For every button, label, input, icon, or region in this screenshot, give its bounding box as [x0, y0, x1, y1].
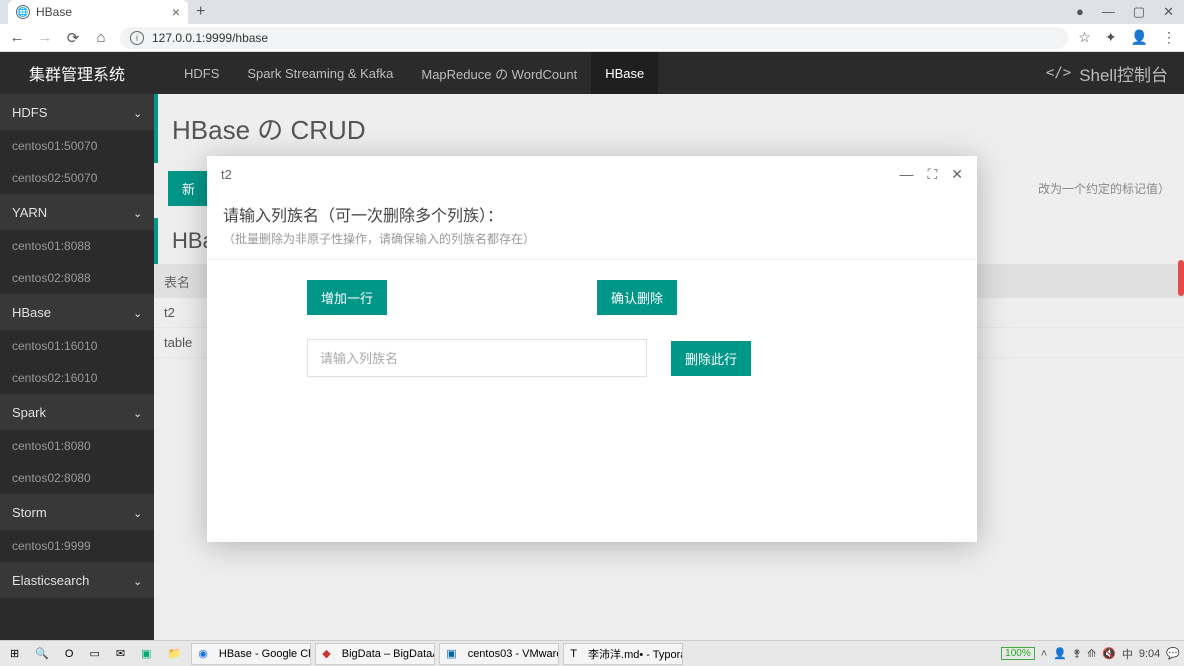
sidebar: 集群管理系统 HDFS⌃ centos01:50070 centos02:500…	[0, 52, 154, 640]
chevron-up-icon: ⌃	[133, 506, 142, 519]
new-tab-button[interactable]: +	[196, 3, 205, 21]
tray-up-icon[interactable]: ˄	[1041, 648, 1047, 660]
tab-hbase[interactable]: HBase	[591, 52, 658, 94]
taskbar-task[interactable]: ▣ centos03 - VMware…	[439, 643, 559, 665]
ime-indicator[interactable]: 中	[1122, 646, 1133, 662]
shell-console-link[interactable]: </> Shell控制台	[1046, 61, 1168, 86]
reload-icon[interactable]: ⟳	[64, 29, 82, 47]
sidebar-cat-hdfs[interactable]: HDFS⌃	[0, 94, 154, 130]
profile-icon[interactable]: 👤	[1131, 29, 1148, 46]
chevron-up-icon: ⌃	[133, 574, 142, 587]
tab-title: HBase	[36, 5, 72, 19]
modal-prompt-main: 请输入列族名（可一次删除多个列族）：	[223, 202, 961, 226]
delete-column-family-dialog: t2 — ⛶ ✕ 请输入列族名（可一次删除多个列族）： （批量删除为非原子性操作…	[207, 156, 977, 542]
forward-icon: →	[36, 29, 54, 46]
column-family-input[interactable]	[307, 339, 647, 377]
notifications-icon[interactable]: 💬	[1166, 647, 1180, 660]
sidebar-item[interactable]: centos01:50070	[0, 130, 154, 162]
menu-icon[interactable]: ⋮	[1162, 29, 1176, 46]
store-icon[interactable]: ▣	[135, 643, 157, 665]
globe-icon: 🌐	[16, 5, 30, 19]
account-circle-icon[interactable]: ●	[1076, 4, 1084, 20]
sidebar-cat-spark[interactable]: Spark⌃	[0, 394, 154, 430]
volume-mute-icon[interactable]: 🔇	[1102, 647, 1116, 660]
delete-row-button[interactable]: 删除此行	[671, 341, 751, 376]
clock[interactable]: 9:04	[1139, 648, 1160, 660]
tab-hdfs[interactable]: HDFS	[170, 52, 233, 94]
chevron-up-icon: ⌃	[133, 306, 142, 319]
sidebar-item[interactable]: centos01:9999	[0, 530, 154, 562]
sidebar-item[interactable]: centos01:8088	[0, 230, 154, 262]
modal-prompt-sub: （批量删除为非原子性操作，请确保输入的列族名都存在）	[223, 230, 961, 247]
home-icon[interactable]: ⌂	[92, 29, 110, 46]
app-brand: 集群管理系统	[0, 52, 154, 94]
sidebar-item[interactable]: centos02:50070	[0, 162, 154, 194]
chevron-up-icon: ⌃	[133, 206, 142, 219]
sidebar-item[interactable]: centos02:8088	[0, 262, 154, 294]
star-icon[interactable]: ☆	[1078, 29, 1091, 46]
explorer-icon[interactable]: 📁	[162, 643, 188, 665]
close-window-icon[interactable]: ✕	[1163, 4, 1174, 20]
sidebar-cat-es[interactable]: Elasticsearch⌃	[0, 562, 154, 598]
sidebar-item[interactable]: centos02:16010	[0, 362, 154, 394]
sidebar-cat-storm[interactable]: Storm⌃	[0, 494, 154, 530]
chevron-up-icon: ⌃	[133, 106, 142, 119]
search-icon[interactable]: 🔍	[29, 643, 55, 665]
confirm-delete-button[interactable]: 确认删除	[597, 280, 677, 315]
network-icon[interactable]: ⚵	[1073, 647, 1081, 660]
scroll-indicator[interactable]	[1178, 260, 1184, 296]
page-title: HBase の CRUD	[154, 94, 1184, 163]
code-icon: </>	[1046, 65, 1071, 81]
browser-tab[interactable]: 🌐 HBase ×	[8, 0, 188, 24]
taskbar-task[interactable]: T 李沛洋.md• - Typora	[563, 643, 683, 665]
minimize-window-icon[interactable]: —	[1102, 4, 1115, 20]
start-button[interactable]: ⊞	[4, 643, 25, 665]
cortana-icon[interactable]: O	[59, 643, 80, 665]
extensions-icon[interactable]: ✦	[1105, 29, 1117, 46]
close-icon[interactable]: ✕	[951, 166, 963, 183]
maximize-icon[interactable]: ⛶	[927, 166, 937, 183]
maximize-window-icon[interactable]: ▢	[1133, 4, 1145, 20]
sidebar-item[interactable]: centos02:8080	[0, 462, 154, 494]
url-text: 127.0.0.1:9999/hbase	[152, 31, 268, 45]
windows-taskbar: ⊞ 🔍 O ▭ ✉ ▣ 📁 ◉ HBase - Google Chr… ◆ Bi…	[0, 640, 1184, 666]
mail-icon[interactable]: ✉	[110, 643, 131, 665]
address-bar: ← → ⟳ ⌂ i 127.0.0.1:9999/hbase ☆ ✦ 👤 ⋮	[0, 24, 1184, 52]
tab-mapreduce[interactable]: MapReduce の WordCount	[407, 52, 591, 94]
wifi-icon[interactable]: ⟰	[1087, 647, 1096, 660]
modal-title: t2	[221, 167, 232, 182]
site-info-icon[interactable]: i	[130, 31, 144, 45]
tab-spark-kafka[interactable]: Spark Streaming & Kafka	[233, 52, 407, 94]
browser-tabs-strip: 🌐 HBase × + ● — ▢ ✕	[0, 0, 1184, 24]
close-tab-icon[interactable]: ×	[172, 4, 180, 20]
url-field[interactable]: i 127.0.0.1:9999/hbase	[120, 27, 1068, 49]
sidebar-cat-hbase[interactable]: HBase⌃	[0, 294, 154, 330]
battery-indicator[interactable]: 100%	[1001, 647, 1035, 660]
sidebar-item[interactable]: centos01:16010	[0, 330, 154, 362]
top-nav: HDFS Spark Streaming & Kafka MapReduce の…	[154, 52, 1184, 94]
task-view-icon[interactable]: ▭	[83, 643, 105, 665]
people-icon[interactable]: 👤	[1053, 647, 1067, 660]
add-row-button[interactable]: 增加一行	[307, 280, 387, 315]
minimize-icon[interactable]: —	[899, 166, 913, 182]
sidebar-item[interactable]: centos01:8080	[0, 430, 154, 462]
new-button[interactable]: 新	[168, 171, 209, 206]
sidebar-cat-yarn[interactable]: YARN⌃	[0, 194, 154, 230]
hint-text: 改为一个约定的标记值）	[1038, 180, 1170, 197]
chevron-up-icon: ⌃	[133, 406, 142, 419]
back-icon[interactable]: ←	[8, 29, 26, 46]
taskbar-task[interactable]: ◆ BigData – BigDataA…	[315, 643, 435, 665]
taskbar-task[interactable]: ◉ HBase - Google Chr…	[191, 643, 311, 665]
